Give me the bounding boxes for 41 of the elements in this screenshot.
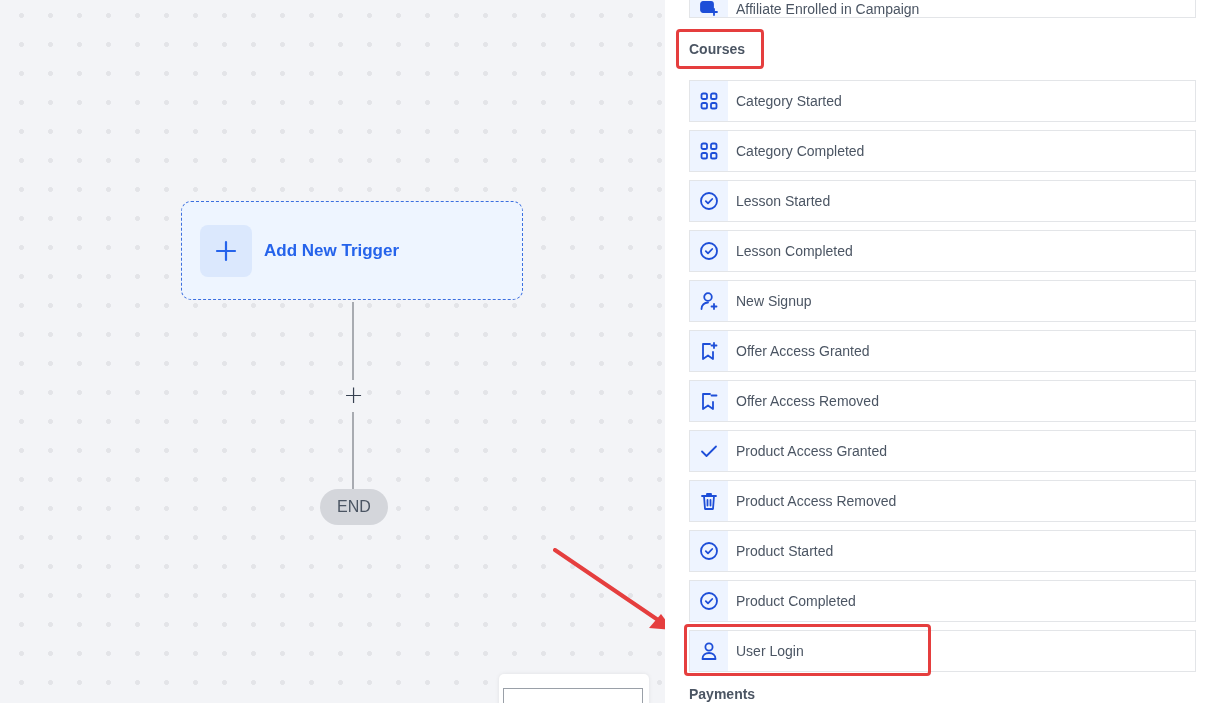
trigger-option[interactable]: Offer Access Removed [689, 380, 1196, 422]
add-step-button[interactable]: + [341, 382, 366, 408]
option-label: New Signup [736, 293, 812, 309]
option-label: Category Completed [736, 143, 865, 159]
add-trigger-node[interactable]: Add New Trigger [181, 201, 523, 300]
option-label: Product Started [736, 543, 834, 559]
option-label: Offer Access Removed [736, 393, 879, 409]
trigger-option[interactable]: Category Completed [689, 130, 1196, 172]
option-label: Lesson Completed [736, 243, 853, 259]
option-label: Offer Access Granted [736, 343, 870, 359]
option-label: User Login [736, 643, 804, 659]
grid-icon [690, 131, 728, 171]
trigger-option[interactable]: Affiliate Enrolled in Campaign [689, 0, 1196, 18]
trigger-option[interactable]: New Signup [689, 280, 1196, 322]
trigger-option[interactable]: Product Completed [689, 580, 1196, 622]
trigger-option[interactable]: Product Started [689, 530, 1196, 572]
option-label: Affiliate Enrolled in Campaign [736, 1, 920, 17]
section-heading: Payments [689, 686, 756, 702]
trash-icon [690, 481, 728, 521]
bookmark-plus-icon [690, 331, 728, 371]
trigger-label: Add New Trigger [264, 240, 400, 261]
section-heading: Courses [689, 41, 746, 57]
option-label: Lesson Started [736, 193, 831, 209]
option-label: Product Completed [736, 593, 856, 609]
plus-icon [200, 224, 252, 277]
end-node: END [320, 489, 388, 525]
option-label: Category Started [736, 93, 842, 109]
user-plus-icon [690, 281, 728, 321]
trigger-option[interactable]: Lesson Completed [689, 230, 1196, 272]
option-label: Product Access Removed [736, 493, 897, 509]
trigger-option[interactable]: User Login [689, 630, 1196, 672]
grid-icon [690, 81, 728, 121]
trigger-option[interactable]: Product Access Granted [689, 430, 1196, 472]
trigger-option[interactable]: Lesson Started [689, 180, 1196, 222]
trigger-option[interactable]: Category Started [689, 80, 1196, 122]
trigger-option[interactable]: Product Access Removed [689, 480, 1196, 522]
check-icon [690, 431, 728, 471]
trigger-option[interactable]: Offer Access Granted [689, 330, 1196, 372]
option-label: Product Access Granted [736, 443, 887, 459]
user-icon [690, 631, 728, 671]
bookmark-minus-icon [690, 381, 728, 421]
